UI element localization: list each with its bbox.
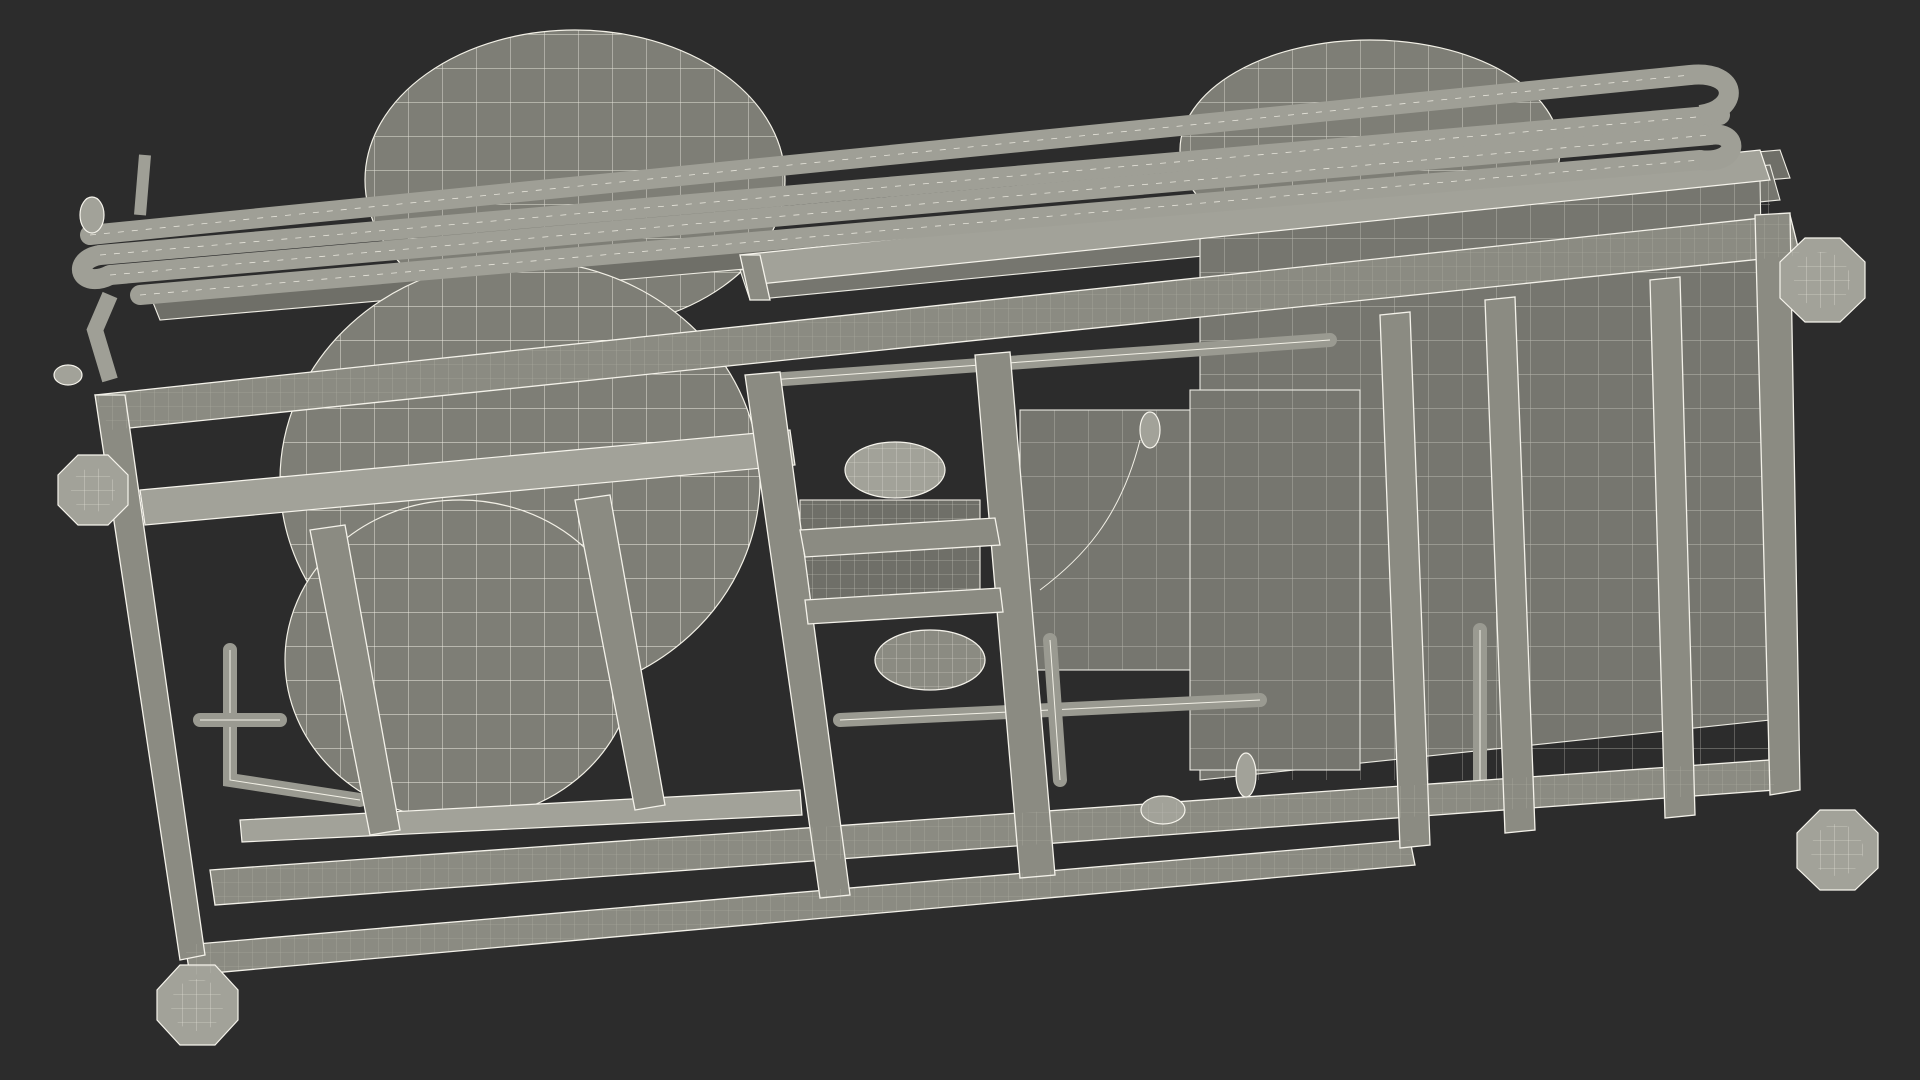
frame-unit-wireframe-icon: [53, 29, 1879, 1046]
wheel-front-left: [57, 454, 129, 526]
wheel-rear-right: [1796, 809, 1879, 891]
render-viewport: [0, 0, 1920, 1080]
wheel-rear-left: [156, 964, 239, 1046]
